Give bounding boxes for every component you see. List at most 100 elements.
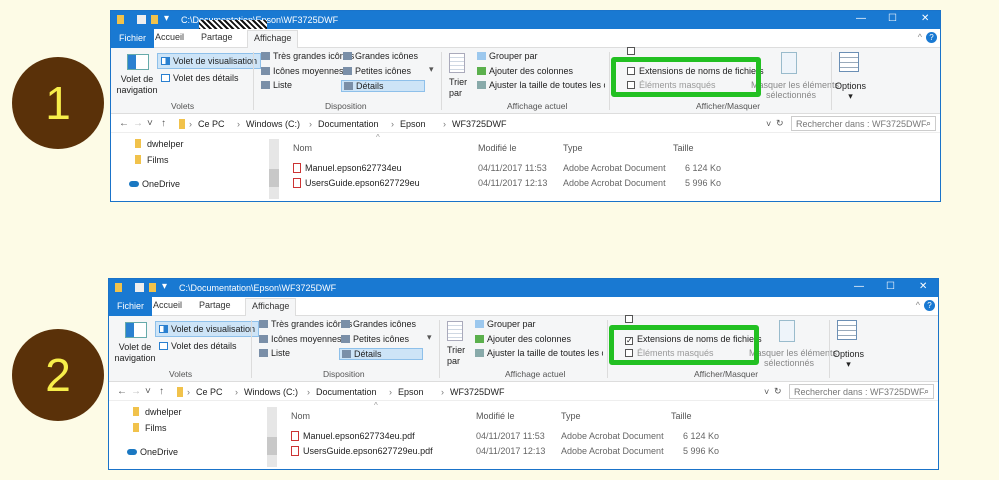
scrollbar-thumb[interactable]	[267, 437, 277, 455]
scrollbar-thumb[interactable]	[269, 169, 279, 187]
nav-item-dwhelper[interactable]: dwhelper	[133, 407, 182, 417]
close-button[interactable]: ✕	[919, 281, 927, 292]
recent-locations-button[interactable]: ˅	[147, 118, 153, 129]
sort-by-button[interactable]: Trier par	[449, 77, 467, 99]
address-dropdown[interactable]: ˅	[766, 119, 771, 129]
breadcrumb-item[interactable]: Ce PC	[196, 387, 223, 397]
tab-partage[interactable]: Partage	[199, 300, 231, 310]
fit-columns-button[interactable]: Ajuster la taille de toutes les colonnes	[477, 80, 605, 90]
help-icon[interactable]: ?	[924, 300, 935, 311]
tab-affichage[interactable]: Affichage	[245, 298, 297, 316]
navigation-pane-button[interactable]: Volet de navigation	[115, 74, 159, 96]
refresh-button[interactable]: ↻	[774, 386, 782, 397]
new-folder-icon[interactable]	[151, 15, 158, 24]
layout-option[interactable]: Petites icônes	[341, 66, 413, 76]
file-row-name[interactable]: Manuel.epson627734eu	[293, 163, 402, 173]
breadcrumb-item[interactable]: Documentation	[318, 119, 379, 129]
nav-item-dwhelper[interactable]: dwhelper	[135, 139, 184, 149]
layout-scroll-down[interactable]: ▾	[429, 64, 434, 75]
file-row-name[interactable]: UsersGuide.epson627729eu.pdf	[291, 446, 433, 456]
recent-locations-button[interactable]: ˅	[145, 386, 151, 397]
tab-accueil[interactable]: Accueil	[153, 300, 182, 310]
tab-fichier[interactable]: Fichier	[111, 29, 155, 48]
new-folder-icon[interactable]	[149, 283, 156, 292]
layout-option[interactable]: Petites icônes	[339, 334, 411, 344]
layout-option[interactable]: Grandes icônes	[339, 319, 418, 329]
tab-partage[interactable]: Partage	[201, 32, 233, 42]
layout-option[interactable]: Détails	[339, 348, 423, 360]
column-header-2[interactable]: Type	[561, 411, 581, 421]
details-pane-button[interactable]: Volet des détails	[161, 73, 239, 83]
back-button[interactable]: ←	[119, 118, 129, 129]
breadcrumb-item[interactable]: Epson	[400, 119, 426, 129]
options-button[interactable]: Options ▾	[833, 349, 864, 369]
options-button[interactable]: Options ▾	[835, 81, 866, 101]
column-header-2[interactable]: Type	[563, 143, 583, 153]
file-row-name[interactable]: UsersGuide.epson627729eu	[293, 178, 420, 188]
search-input[interactable]: Rechercher dans : WF3725DWF ⌕	[791, 116, 936, 131]
layout-scroll-down[interactable]: ▾	[427, 332, 432, 343]
back-button[interactable]: ←	[117, 386, 127, 397]
column-header-0[interactable]: Nom	[291, 411, 310, 421]
layout-option[interactable]: Icônes moyennes	[259, 66, 346, 76]
up-button[interactable]: ↑	[161, 118, 166, 129]
column-header-3[interactable]: Taille	[673, 143, 694, 153]
customize-qat-icon[interactable]: ▾	[164, 13, 169, 24]
breadcrumb-item[interactable]: Windows (C:)	[246, 119, 300, 129]
refresh-button[interactable]: ↻	[776, 118, 784, 129]
up-button[interactable]: ↑	[159, 386, 164, 397]
nav-item-onedrive[interactable]: OneDrive	[127, 447, 178, 457]
nav-item-onedrive[interactable]: OneDrive	[129, 179, 180, 189]
breadcrumb-item[interactable]: Epson	[398, 387, 424, 397]
column-header-1[interactable]: Modifié le	[476, 411, 515, 421]
breadcrumb-item[interactable]: Documentation	[316, 387, 377, 397]
forward-button[interactable]: →	[131, 386, 141, 397]
properties-icon[interactable]	[135, 283, 144, 292]
collapse-ribbon-icon[interactable]: ^	[916, 300, 920, 310]
sort-by-button[interactable]: Trier par	[447, 345, 465, 367]
minimize-button[interactable]: —	[854, 281, 864, 292]
layout-option[interactable]: Détails	[341, 80, 425, 92]
help-icon[interactable]: ?	[926, 32, 937, 43]
tab-fichier[interactable]: Fichier	[109, 297, 153, 316]
add-columns-button[interactable]: Ajouter des colonnes	[477, 66, 573, 76]
address-dropdown[interactable]: ˅	[764, 387, 769, 397]
group-by-button[interactable]: Grouper par	[477, 51, 538, 61]
fit-columns-button[interactable]: Ajuster la taille de toutes les colonnes	[475, 348, 603, 358]
collapse-ribbon-icon[interactable]: ^	[918, 32, 922, 42]
group-by-button[interactable]: Grouper par	[475, 319, 536, 329]
column-header-1[interactable]: Modifié le	[478, 143, 517, 153]
search-input[interactable]: Rechercher dans : WF3725DWF ⌕	[789, 384, 934, 399]
layout-option[interactable]: Liste	[259, 80, 294, 90]
maximize-button[interactable]: ☐	[886, 281, 895, 292]
breadcrumb-item[interactable]: WF3725DWF	[450, 387, 505, 397]
customize-qat-icon[interactable]: ▾	[162, 281, 167, 292]
details-pane-button[interactable]: Volet des détails	[159, 341, 237, 351]
tab-affichage[interactable]: Affichage	[247, 30, 299, 48]
maximize-button[interactable]: ☐	[888, 13, 897, 24]
hide-selected-button[interactable]: Masquer les éléments sélectionnés	[751, 80, 839, 100]
properties-icon[interactable]	[137, 15, 146, 24]
item-checkboxes-option[interactable]	[625, 314, 637, 324]
breadcrumb-item[interactable]: Ce PC	[198, 119, 225, 129]
close-button[interactable]: ✕	[921, 13, 929, 24]
preview-pane-button[interactable]: Volet de visualisation	[155, 321, 260, 337]
add-columns-button[interactable]: Ajouter des colonnes	[475, 334, 571, 344]
tab-accueil[interactable]: Accueil	[155, 32, 184, 42]
file-row-name[interactable]: Manuel.epson627734eu.pdf	[291, 431, 415, 441]
layout-option[interactable]: Liste	[257, 348, 292, 358]
nav-item-films[interactable]: Films	[133, 423, 167, 433]
breadcrumb-item[interactable]: Windows (C:)	[244, 387, 298, 397]
column-header-3[interactable]: Taille	[671, 411, 692, 421]
item-checkboxes-option[interactable]	[627, 46, 639, 56]
layout-option[interactable]: Grandes icônes	[341, 51, 420, 61]
column-header-0[interactable]: Nom	[293, 143, 312, 153]
minimize-button[interactable]: —	[856, 13, 866, 24]
nav-item-films[interactable]: Films	[135, 155, 169, 165]
layout-option[interactable]: Icônes moyennes	[257, 334, 344, 344]
hide-selected-button[interactable]: Masquer les éléments sélectionnés	[749, 348, 837, 368]
navigation-pane-button[interactable]: Volet de navigation	[113, 342, 157, 364]
forward-button[interactable]: →	[133, 118, 143, 129]
preview-pane-button[interactable]: Volet de visualisation	[157, 53, 262, 69]
breadcrumb-item[interactable]: WF3725DWF	[452, 119, 507, 129]
